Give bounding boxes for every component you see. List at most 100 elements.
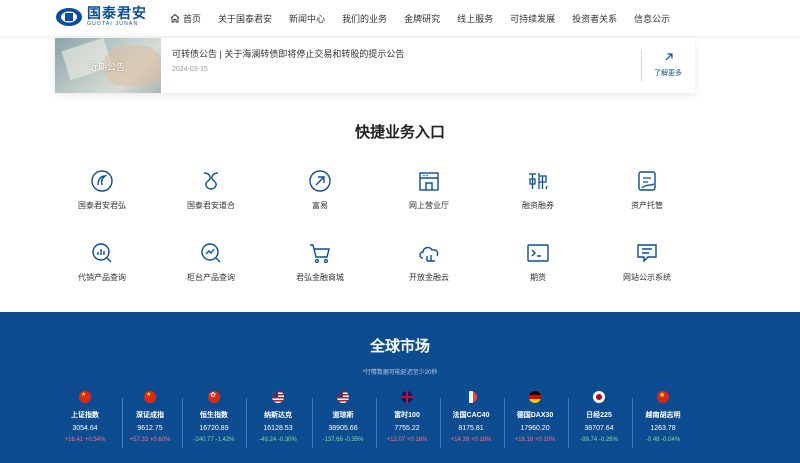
- logo-mark-icon: [56, 8, 82, 26]
- market-index[interactable]: ★ 越南胡志明 1263.78 -0.48 -0.04%: [628, 391, 698, 443]
- china-flag-icon: ★: [144, 391, 156, 403]
- index-change: +14.39 +0.18%: [450, 437, 492, 443]
- quick-item-disclosure-system[interactable]: 网站公示系统: [592, 240, 702, 283]
- market-index[interactable]: 法国CAC40 8175.81 +14.39 +0.18%: [436, 391, 506, 443]
- junhong-app-icon: [91, 170, 113, 192]
- index-name: 越南胡志明: [645, 412, 681, 419]
- index-name: 上证指数: [71, 412, 99, 419]
- index-value: 16128.53: [263, 425, 293, 432]
- quick-item-cloud[interactable]: 开放金融云: [374, 240, 484, 283]
- nav-news-label: 新闻中心: [289, 13, 326, 24]
- japan-flag-icon: [593, 391, 605, 403]
- index-name: 日经225: [586, 412, 612, 419]
- arrow-up-right-icon: [665, 53, 673, 61]
- nav-business[interactable]: 我们的业务: [342, 12, 387, 25]
- futures-terminal-icon: [527, 244, 549, 262]
- index-change: +16.41 +0.54%: [64, 437, 106, 443]
- market-index[interactable]: 日经225 38707.64 -99.74 -0.26%: [564, 391, 634, 443]
- nav-online-service[interactable]: 线上服务: [457, 12, 493, 25]
- nav-about-label: 关于国泰君安: [218, 13, 273, 24]
- nav-home[interactable]: 首页: [170, 12, 201, 25]
- quick-item-custody[interactable]: 资产托管: [592, 168, 702, 211]
- quick-item-counter-product[interactable]: 柜台产品查询: [156, 240, 266, 283]
- learn-more-label: 了解更多: [654, 70, 682, 77]
- nav-research[interactable]: 金牌研究: [404, 12, 440, 25]
- index-name: 深证成指: [136, 412, 164, 419]
- usa-flag-icon: [337, 391, 349, 403]
- nav-online-service-label: 线上服务: [457, 13, 494, 24]
- hong-kong-flag-icon: ✿: [208, 391, 220, 403]
- daohe-app-icon: [203, 172, 219, 190]
- france-flag-icon: [465, 391, 477, 403]
- germany-flag-icon: [529, 391, 541, 403]
- main-nav: 首页 关于国泰君安 新闻中心 我们的业务 金牌研究 线上服务 可持续发展 投资者…: [170, 0, 687, 36]
- quick-item-label: 富易: [312, 201, 328, 210]
- usa-flag-icon: [272, 391, 284, 403]
- home-icon: [170, 13, 180, 23]
- market-index[interactable]: 道琼斯 38905.66 -137.66 -0.35%: [308, 391, 378, 443]
- nav-disclosure[interactable]: 信息公示: [634, 12, 670, 25]
- counter-product-icon: [201, 243, 221, 263]
- nav-sustainability-label: 可持续发展: [510, 13, 556, 24]
- quick-item-daohe[interactable]: 国泰君安道合: [156, 168, 266, 211]
- logo-name-en: GUOTAI JUNAN: [87, 21, 139, 27]
- market-index[interactable]: ★ 上证指数 3054.64 +16.41 +0.54%: [50, 391, 120, 443]
- market-index[interactable]: ✿ 恒生指数 16720.89 -240.77 -1.42%: [179, 391, 249, 443]
- quick-item-junhong[interactable]: 国泰君安君弘: [47, 168, 157, 211]
- logo-name-cn: 国泰君安: [87, 5, 147, 21]
- announcement-card[interactable]: 近期公告 可转债公告 | 关于海澜转债即将停止交易和转股的提示公告 2024-0…: [55, 38, 695, 93]
- announcement-image: 近期公告: [55, 38, 161, 93]
- china-flag-icon: ★: [79, 391, 91, 403]
- quick-item-label: 网站公示系统: [623, 273, 671, 282]
- market-index[interactable]: ★ 深证成指 9612.75 +57.33 +0.60%: [115, 391, 185, 443]
- market-delay-note: *行情数据可能延迟至少20秒: [362, 370, 438, 376]
- index-value: 7755.22: [394, 425, 420, 432]
- index-value: 17960.20: [520, 425, 550, 432]
- market-index[interactable]: 纳斯达克 16128.53 -49.24 -0.30%: [243, 391, 313, 443]
- logo[interactable]: 国泰君安 GUOTAI JUNAN: [55, 6, 147, 28]
- index-change: +12.07 +0.16%: [386, 437, 428, 443]
- global-market-section: 全球市场 *行情数据可能延迟至少20秒 ★ 上证指数 3054.64 +16.4…: [0, 312, 800, 463]
- uk-flag-icon: [401, 391, 413, 403]
- nav-disclosure-label: 信息公示: [634, 13, 671, 24]
- quick-item-mall[interactable]: 君弘金融商城: [265, 240, 375, 283]
- site-header: 国泰君安 GUOTAI JUNAN 首页 关于国泰君安 新闻中心 我们的业务 金…: [0, 0, 800, 36]
- quick-entry-title: 快捷业务入口: [354, 124, 445, 141]
- quick-item-label: 国泰君安道合: [187, 201, 235, 210]
- index-change: -99.74 -0.26%: [580, 437, 618, 443]
- announcement-title[interactable]: 可转债公告 | 关于海澜转债即将停止交易和转股的提示公告: [172, 47, 404, 60]
- market-index[interactable]: 富时100 7755.22 +12.07 +0.16%: [372, 391, 442, 443]
- announcement-image-label: 近期公告: [89, 62, 126, 72]
- nav-about[interactable]: 关于国泰君安: [218, 12, 272, 25]
- quick-item-margin[interactable]: 融资融券: [483, 168, 593, 211]
- nav-news[interactable]: 新闻中心: [289, 12, 325, 25]
- market-index[interactable]: 德国DAX30 17960.20 +18.18 +0.10%: [500, 391, 570, 443]
- index-value: 38707.64: [584, 425, 614, 432]
- nav-research-label: 金牌研究: [404, 13, 441, 24]
- nav-investor-relations-label: 投资者关系: [572, 13, 618, 24]
- index-name: 恒生指数: [200, 412, 228, 419]
- asset-custody-icon: [638, 171, 656, 191]
- nav-business-label: 我们的业务: [342, 13, 388, 24]
- index-name: 法国CAC40: [452, 412, 490, 419]
- quick-item-online-hall[interactable]: 网上营业厅: [374, 168, 484, 211]
- index-value: 1263.78: [650, 425, 676, 432]
- nav-investor-relations[interactable]: 投资者关系: [572, 12, 617, 25]
- index-value: 9612.75: [137, 425, 163, 432]
- quick-item-label: 开放金融云: [409, 273, 449, 282]
- index-change: -240.77 -1.42%: [193, 437, 235, 443]
- index-name: 富时100: [394, 412, 420, 419]
- quick-item-label: 代销产品查询: [78, 273, 126, 282]
- quick-item-futures[interactable]: 期货: [483, 240, 593, 283]
- learn-more-link[interactable]: 了解更多: [641, 50, 695, 82]
- vietnam-flag-icon: ★: [657, 391, 669, 403]
- nav-home-label: 首页: [183, 13, 202, 24]
- nav-sustainability[interactable]: 可持续发展: [510, 12, 555, 25]
- cloud-icon: [419, 246, 439, 262]
- announcement-date: 2024-03-15: [172, 66, 208, 73]
- margin-trading-icon: [529, 173, 548, 190]
- quick-item-fuyi[interactable]: 富易: [265, 168, 375, 211]
- quick-item-product-query[interactable]: 代销产品查询: [47, 240, 157, 283]
- shopping-cart-icon: [310, 244, 330, 264]
- quick-item-label: 君弘金融商城: [296, 273, 344, 282]
